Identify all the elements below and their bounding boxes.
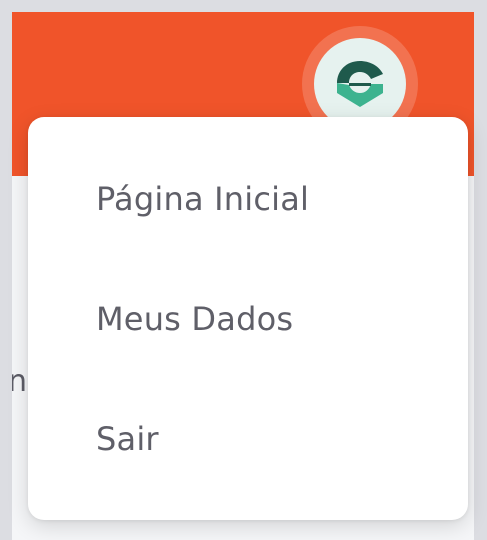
menu-item-logout[interactable]: Sair xyxy=(28,389,468,489)
user-dropdown-menu: Página Inicial Meus Dados Sair xyxy=(28,117,468,520)
background-text-fragment: n xyxy=(12,364,28,399)
screen: n Página Inicial Meus Dados Sair xyxy=(0,0,487,540)
c-logo-icon xyxy=(337,61,383,107)
menu-item-my-data[interactable]: Meus Dados xyxy=(28,269,468,369)
menu-item-home[interactable]: Página Inicial xyxy=(28,149,468,249)
